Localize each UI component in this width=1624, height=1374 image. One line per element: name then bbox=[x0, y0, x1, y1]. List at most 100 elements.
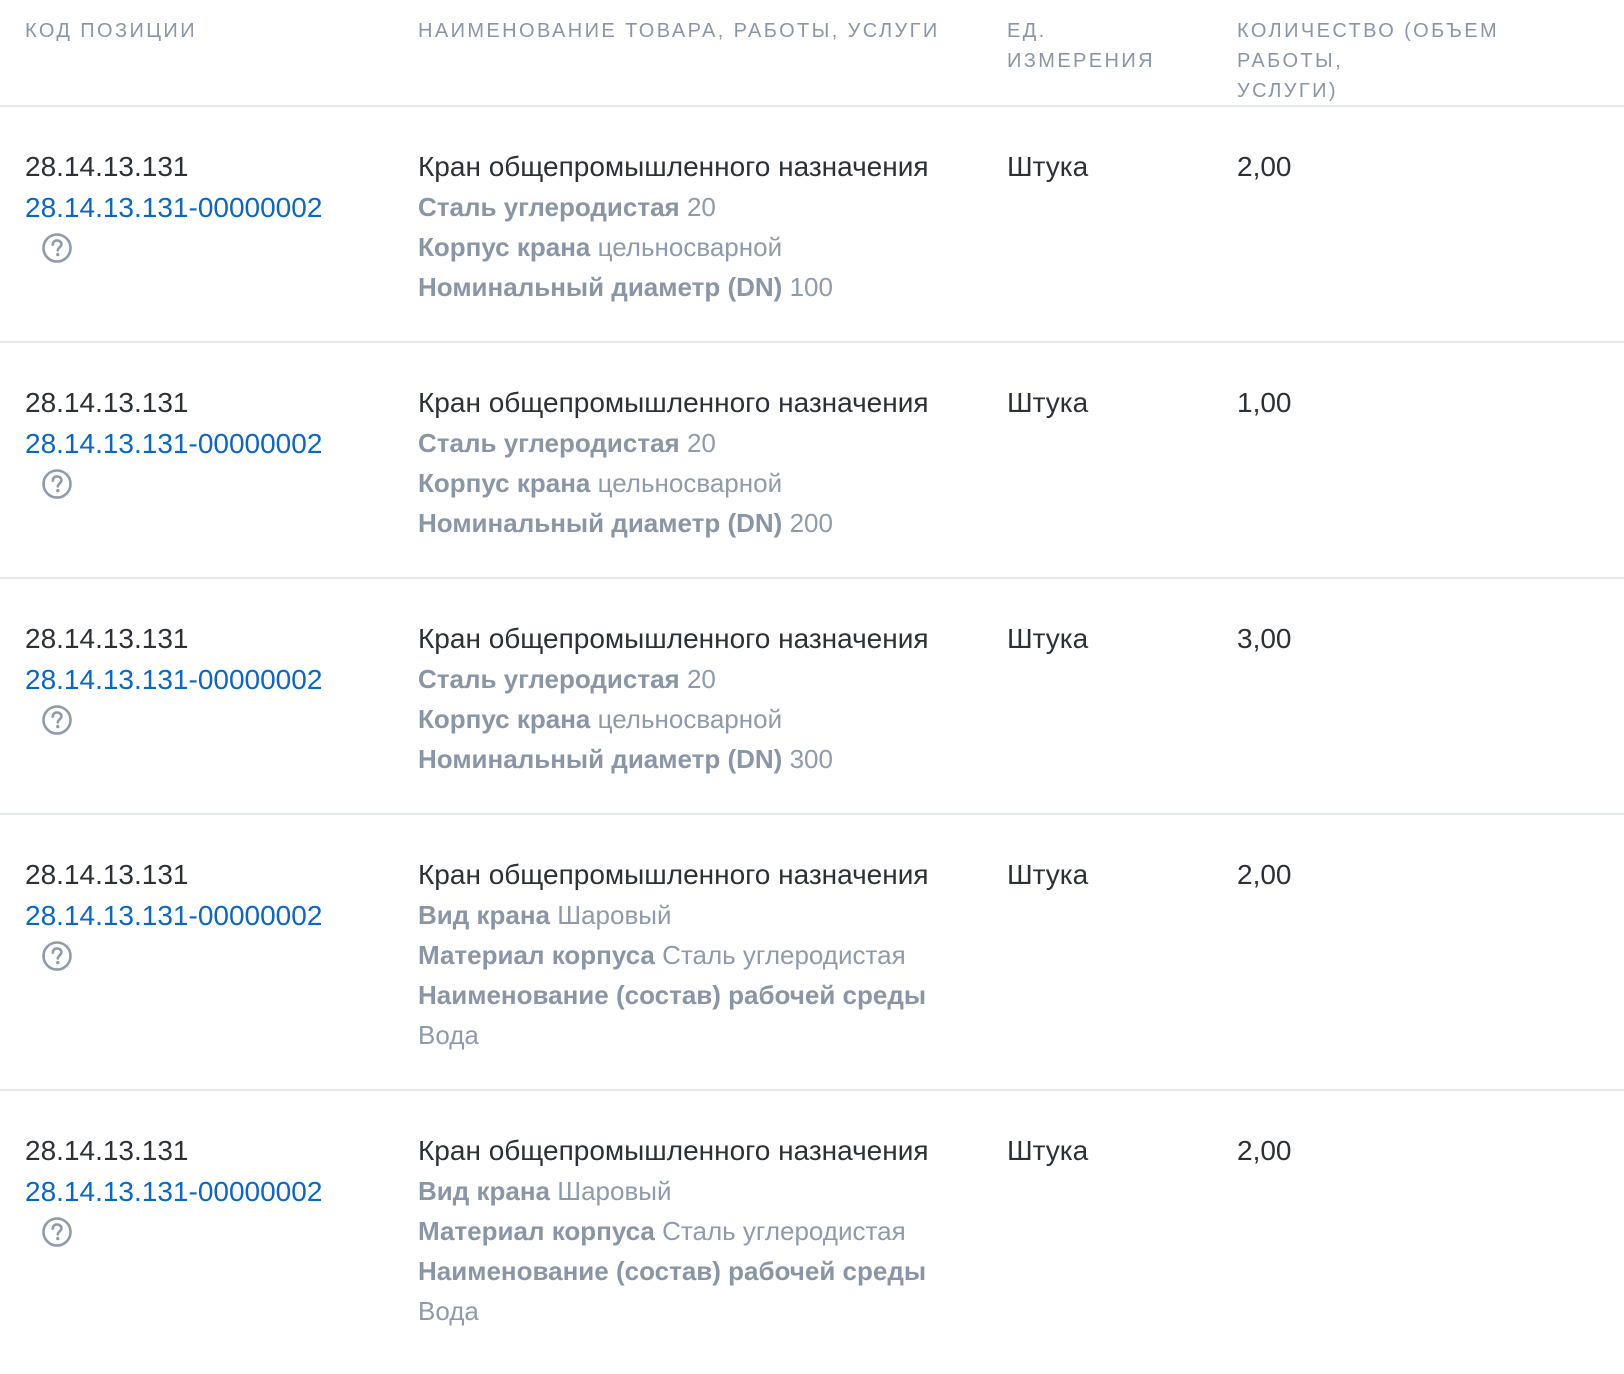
column-header-name: Наименование товара, работы, услуги bbox=[418, 20, 940, 42]
ktru-code-link[interactable]: 28.14.13.131-00000002 bbox=[25, 187, 405, 228]
attribute-value: 200 bbox=[789, 508, 833, 538]
ktru-code-link[interactable]: 28.14.13.131-00000002 bbox=[25, 659, 405, 700]
okpd-code: 28.14.13.131 bbox=[25, 387, 189, 418]
attribute-value: 100 bbox=[789, 272, 833, 302]
question-circle-icon[interactable] bbox=[41, 940, 73, 972]
position-code-cell: 28.14.13.131 28.14.13.131-00000002 bbox=[25, 618, 405, 736]
table-row: 28.14.13.131 28.14.13.131-00000002 Кран … bbox=[0, 815, 1624, 1091]
quantity-cell: 2,00 bbox=[1237, 859, 1292, 890]
attribute-value: 20 bbox=[686, 192, 716, 222]
attribute-value: Вода bbox=[418, 1020, 479, 1050]
attribute-value: Вода bbox=[418, 1296, 479, 1326]
attribute-label: Вид крана bbox=[418, 1176, 551, 1206]
okpd-code: 28.14.13.131 bbox=[25, 151, 189, 182]
attribute-label: Материал корпуса bbox=[418, 940, 655, 970]
item-name: Кран общепромышленного назначения bbox=[418, 859, 929, 890]
position-code-cell: 28.14.13.131 28.14.13.131-00000002 bbox=[25, 1130, 405, 1248]
item-attribute: Вид крана Шаровый bbox=[418, 1171, 978, 1211]
column-header-unit-line1: Ед. bbox=[1007, 20, 1047, 42]
attribute-value: цельносварной bbox=[597, 468, 783, 498]
item-attribute: Материал корпуса Сталь углеродистая bbox=[418, 935, 978, 975]
attribute-value: Шаровый bbox=[557, 1176, 672, 1206]
column-header-unit: Ед. измерения bbox=[1007, 16, 1207, 76]
item-name: Кран общепромышленного назначения bbox=[418, 387, 929, 418]
quantity-cell: 2,00 bbox=[1237, 1135, 1292, 1166]
item-description-cell: Кран общепромышленного назначения Сталь … bbox=[418, 618, 978, 779]
item-description-cell: Кран общепромышленного назначения Вид кр… bbox=[418, 854, 978, 1055]
item-attribute: Корпус крана цельносварной bbox=[418, 227, 978, 267]
item-description-cell: Кран общепромышленного назначения Сталь … bbox=[418, 382, 978, 543]
item-attribute: Сталь углеродистая 20 bbox=[418, 423, 978, 463]
column-header-unit-line2: измерения bbox=[1007, 50, 1155, 72]
attribute-label: Номинальный диаметр (DN) bbox=[418, 272, 783, 302]
item-description-cell: Кран общепромышленного назначения Сталь … bbox=[418, 146, 978, 307]
ktru-code-link[interactable]: 28.14.13.131-00000002 bbox=[25, 1171, 405, 1212]
attribute-label: Материал корпуса bbox=[418, 1216, 655, 1246]
question-circle-icon[interactable] bbox=[41, 1216, 73, 1248]
table-header: Код позиции Наименование товара, работы,… bbox=[0, 0, 1624, 107]
question-circle-icon[interactable] bbox=[41, 232, 73, 264]
okpd-code: 28.14.13.131 bbox=[25, 859, 189, 890]
question-circle-icon[interactable] bbox=[41, 468, 73, 500]
question-circle-icon[interactable] bbox=[41, 704, 73, 736]
item-attribute: Вид крана Шаровый bbox=[418, 895, 978, 935]
item-attribute: Номинальный диаметр (DN) 100 bbox=[418, 267, 978, 307]
attribute-value: 20 bbox=[686, 428, 716, 458]
quantity-cell: 3,00 bbox=[1237, 623, 1292, 654]
column-header-quantity-line2: услуги) bbox=[1237, 80, 1338, 102]
attribute-value: 20 bbox=[686, 664, 716, 694]
item-name: Кран общепромышленного назначения bbox=[418, 623, 929, 654]
attribute-value: 300 bbox=[789, 744, 833, 774]
attribute-label: Сталь углеродистая bbox=[418, 428, 680, 458]
unit-cell: Штука bbox=[1007, 387, 1089, 418]
position-code-cell: 28.14.13.131 28.14.13.131-00000002 bbox=[25, 854, 405, 972]
position-code-cell: 28.14.13.131 28.14.13.131-00000002 bbox=[25, 146, 405, 264]
attribute-label: Сталь углеродистая bbox=[418, 192, 680, 222]
attribute-label: Корпус крана bbox=[418, 468, 591, 498]
attribute-label: Номинальный диаметр (DN) bbox=[418, 508, 783, 538]
ktru-code-link[interactable]: 28.14.13.131-00000002 bbox=[25, 895, 405, 936]
positions-table: Код позиции Наименование товара, работы,… bbox=[0, 0, 1624, 1374]
position-code-cell: 28.14.13.131 28.14.13.131-00000002 bbox=[25, 382, 405, 500]
item-attribute: Наименование (состав) рабочей среды Вода bbox=[418, 975, 978, 1055]
attribute-value: Сталь углеродистая bbox=[662, 1216, 906, 1246]
item-attribute: Сталь углеродистая 20 bbox=[418, 187, 978, 227]
attribute-value: Шаровый bbox=[557, 900, 672, 930]
item-name: Кран общепромышленного назначения bbox=[418, 151, 929, 182]
item-attribute: Наименование (состав) рабочей среды Вода bbox=[418, 1251, 978, 1331]
item-description-cell: Кран общепромышленного назначения Вид кр… bbox=[418, 1130, 978, 1331]
item-attribute: Номинальный диаметр (DN) 300 bbox=[418, 739, 978, 779]
quantity-cell: 2,00 bbox=[1237, 151, 1292, 182]
attribute-label: Корпус крана bbox=[418, 704, 591, 734]
attribute-value: цельносварной bbox=[597, 704, 783, 734]
column-header-code: Код позиции bbox=[25, 20, 197, 42]
okpd-code: 28.14.13.131 bbox=[25, 623, 189, 654]
attribute-label: Наименование (состав) рабочей среды bbox=[418, 980, 927, 1010]
table-row: 28.14.13.131 28.14.13.131-00000002 Кран … bbox=[0, 579, 1624, 815]
ktru-code-link[interactable]: 28.14.13.131-00000002 bbox=[25, 423, 405, 464]
attribute-label: Наименование (состав) рабочей среды bbox=[418, 1256, 927, 1286]
attribute-value: цельносварной bbox=[597, 232, 783, 262]
attribute-label: Номинальный диаметр (DN) bbox=[418, 744, 783, 774]
table-row: 28.14.13.131 28.14.13.131-00000002 Кран … bbox=[0, 343, 1624, 579]
table-row: 28.14.13.131 28.14.13.131-00000002 Кран … bbox=[0, 107, 1624, 343]
column-header-quantity: Количество (объем работы, услуги) bbox=[1237, 16, 1607, 106]
quantity-cell: 1,00 bbox=[1237, 387, 1292, 418]
table-row: 28.14.13.131 28.14.13.131-00000002 Кран … bbox=[0, 1091, 1624, 1374]
unit-cell: Штука bbox=[1007, 623, 1089, 654]
unit-cell: Штука bbox=[1007, 151, 1089, 182]
attribute-label: Вид крана bbox=[418, 900, 551, 930]
item-attribute: Номинальный диаметр (DN) 200 bbox=[418, 503, 978, 543]
attribute-label: Корпус крана bbox=[418, 232, 591, 262]
attribute-label: Сталь углеродистая bbox=[418, 664, 680, 694]
item-attribute: Материал корпуса Сталь углеродистая bbox=[418, 1211, 978, 1251]
okpd-code: 28.14.13.131 bbox=[25, 1135, 189, 1166]
item-attribute: Корпус крана цельносварной bbox=[418, 699, 978, 739]
item-name: Кран общепромышленного назначения bbox=[418, 1135, 929, 1166]
item-attribute: Сталь углеродистая 20 bbox=[418, 659, 978, 699]
attribute-value: Сталь углеродистая bbox=[662, 940, 906, 970]
unit-cell: Штука bbox=[1007, 1135, 1089, 1166]
unit-cell: Штука bbox=[1007, 859, 1089, 890]
column-header-quantity-line1: Количество (объем работы, bbox=[1237, 20, 1500, 72]
item-attribute: Корпус крана цельносварной bbox=[418, 463, 978, 503]
